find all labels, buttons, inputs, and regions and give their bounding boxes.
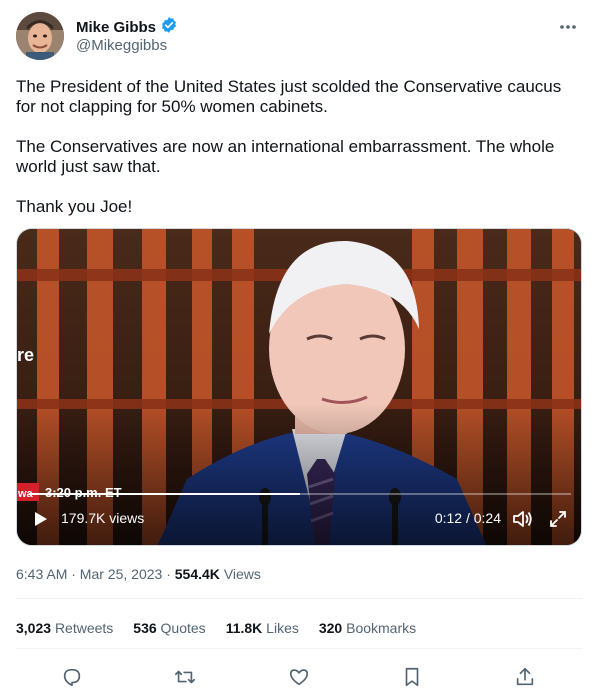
retweet-icon xyxy=(175,670,195,684)
divider xyxy=(16,598,582,599)
retweets-stat[interactable]: 3,023 Retweets xyxy=(16,620,113,636)
video-player[interactable]: re wa 3:20 p. xyxy=(16,228,582,546)
retweets-count: 3,023 xyxy=(16,620,52,636)
bookmark-icon xyxy=(405,667,419,687)
likes-label: Likes xyxy=(266,620,299,636)
fullscreen-button[interactable] xyxy=(547,508,569,530)
like-icon xyxy=(289,669,309,686)
bookmark-button[interactable] xyxy=(399,664,425,690)
tweet-stats: 3,023 Retweets 536 Quotes 11.8K Likes 32… xyxy=(16,620,436,636)
more-icon xyxy=(559,17,577,35)
fullscreen-icon xyxy=(550,511,566,527)
tweet-header: Mike Gibbs @Mikeggibbs xyxy=(16,12,582,62)
view-count: 554.4K xyxy=(174,566,220,582)
play-button[interactable] xyxy=(31,509,51,529)
retweet-button[interactable] xyxy=(172,664,198,690)
tweet-timestamp[interactable]: 6:43 AM · Mar 25, 2023 xyxy=(16,566,162,582)
view-label: Views xyxy=(223,566,261,582)
video-time: 0:12 / 0:24 xyxy=(434,510,501,526)
retweets-label: Retweets xyxy=(54,620,114,636)
reply-button[interactable] xyxy=(59,664,85,690)
video-views: 179.7K views xyxy=(61,510,145,526)
more-options-button[interactable] xyxy=(554,14,582,38)
meta-separator: · xyxy=(162,566,175,582)
tweet-paragraph: The Conservatives are now an internation… xyxy=(16,137,555,176)
video-controls: 179.7K views 0:12 / 0:24 xyxy=(17,495,581,545)
like-button[interactable] xyxy=(286,664,312,690)
author-display-name[interactable]: Mike Gibbs xyxy=(76,19,156,36)
tweet-paragraph: Thank you Joe! xyxy=(16,197,133,216)
verified-badge-icon xyxy=(160,16,178,39)
share-button[interactable] xyxy=(512,664,538,690)
quotes-stat[interactable]: 536 Quotes xyxy=(133,620,205,636)
tweet-actions xyxy=(16,662,582,692)
likes-count: 11.8K xyxy=(225,620,263,636)
likes-stat[interactable]: 11.8K Likes xyxy=(226,620,299,636)
bookmarks-label: Bookmarks xyxy=(346,620,417,636)
volume-button[interactable] xyxy=(511,508,533,530)
bookmarks-stat[interactable]: 320 Bookmarks xyxy=(319,620,416,636)
reply-icon xyxy=(63,668,81,687)
share-icon xyxy=(516,667,534,686)
bookmarks-count: 320 xyxy=(318,620,343,636)
quotes-count: 536 xyxy=(133,620,157,636)
tweet-text: The President of the United States just … xyxy=(16,77,582,237)
divider xyxy=(16,648,582,649)
volume-icon xyxy=(513,511,532,527)
author-name-row: Mike Gibbs xyxy=(76,16,178,39)
play-icon xyxy=(35,512,47,526)
tweet-paragraph: The President of the United States just … xyxy=(16,77,562,116)
quotes-label: Quotes xyxy=(160,620,206,636)
author-handle[interactable]: @Mikeggibbs xyxy=(76,37,167,54)
avatar[interactable] xyxy=(16,12,64,60)
tweet-meta: 6:43 AM · Mar 25, 2023 · 554.4K Views xyxy=(16,566,261,582)
